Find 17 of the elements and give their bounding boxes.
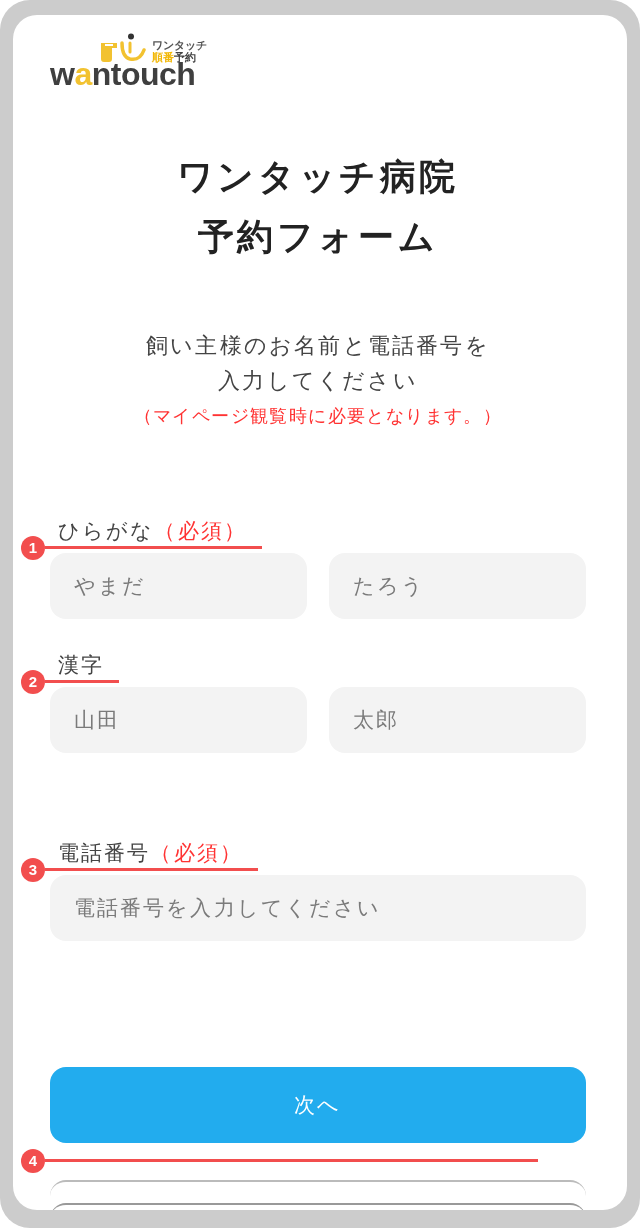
- annotation-badge: 4: [21, 1148, 45, 1173]
- text-input[interactable]: 山田: [50, 687, 307, 753]
- field-label: ひらがな（必須）: [58, 518, 247, 544]
- annotation-badge: 1: [21, 535, 45, 560]
- field-label: 漢字: [58, 652, 105, 678]
- next-button[interactable]: 次へ: [50, 1067, 586, 1143]
- text-input[interactable]: やまだ: [50, 553, 307, 619]
- text-input[interactable]: 太郎: [329, 687, 586, 753]
- intro-text: 飼い主様のお名前と電話番号を 入力してください: [145, 332, 491, 395]
- note-text: （マイページ観覧時に必要となります。）: [132, 405, 504, 428]
- annotation-badge: 3: [21, 857, 45, 882]
- text-input[interactable]: 電話番号を入力してください: [50, 875, 586, 941]
- logo-mark-icon: [100, 33, 146, 63]
- field-label: 電話番号（必須）: [58, 840, 243, 866]
- form-title: ワンタッチ病院 予約フォーム: [175, 155, 461, 259]
- annotation-badge: 2: [21, 669, 45, 694]
- text-input[interactable]: たろう: [329, 553, 586, 619]
